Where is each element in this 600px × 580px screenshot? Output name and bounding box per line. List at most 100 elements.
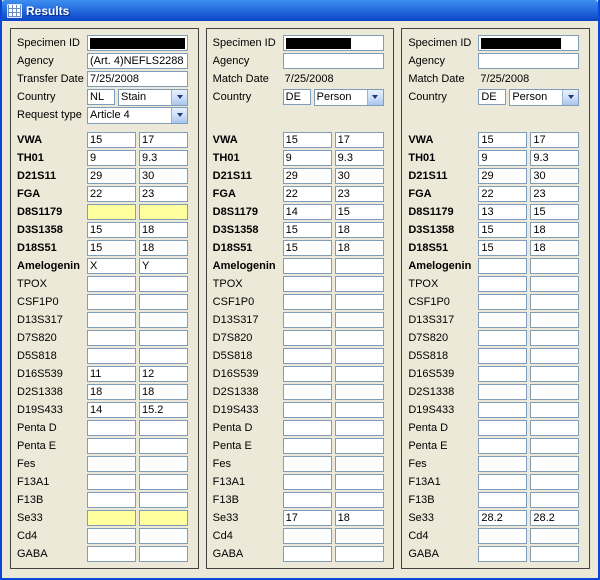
allele-2-input[interactable]: 18 bbox=[530, 222, 579, 238]
allele-2-input[interactable]: 9.3 bbox=[530, 150, 579, 166]
country-type-dropdown[interactable]: Person bbox=[314, 89, 384, 106]
allele-1-input[interactable]: 15 bbox=[478, 132, 527, 148]
allele-2-input[interactable]: 28.2 bbox=[530, 510, 579, 526]
allele-1-input[interactable]: 15 bbox=[87, 222, 136, 238]
allele-1-input[interactable]: 22 bbox=[283, 186, 332, 202]
allele-2-input[interactable] bbox=[530, 258, 579, 274]
allele-2-input[interactable] bbox=[335, 492, 384, 508]
allele-1-input[interactable] bbox=[283, 312, 332, 328]
allele-2-input[interactable] bbox=[335, 420, 384, 436]
allele-2-input[interactable] bbox=[335, 258, 384, 274]
allele-2-input[interactable]: 23 bbox=[335, 186, 384, 202]
allele-1-input[interactable] bbox=[283, 546, 332, 562]
allele-2-input[interactable] bbox=[139, 438, 188, 454]
allele-2-input[interactable] bbox=[530, 384, 579, 400]
specimen-id-input[interactable] bbox=[87, 35, 188, 51]
allele-2-input[interactable]: 12 bbox=[139, 366, 188, 382]
allele-2-input[interactable] bbox=[530, 330, 579, 346]
allele-1-input[interactable] bbox=[478, 420, 527, 436]
allele-1-input[interactable]: 15 bbox=[283, 132, 332, 148]
allele-1-input[interactable]: 11 bbox=[87, 366, 136, 382]
allele-2-input[interactable]: 17 bbox=[530, 132, 579, 148]
allele-1-input[interactable] bbox=[478, 366, 527, 382]
allele-1-input[interactable] bbox=[478, 402, 527, 418]
allele-1-input[interactable] bbox=[87, 456, 136, 472]
allele-2-input[interactable]: 18 bbox=[139, 240, 188, 256]
allele-1-input[interactable]: X bbox=[87, 258, 136, 274]
allele-2-input[interactable] bbox=[335, 402, 384, 418]
allele-1-input[interactable]: 15 bbox=[283, 222, 332, 238]
country-type-dropdown[interactable]: Person bbox=[509, 89, 579, 106]
allele-2-input[interactable] bbox=[139, 294, 188, 310]
allele-2-input[interactable] bbox=[139, 474, 188, 490]
allele-2-input[interactable]: 18 bbox=[335, 222, 384, 238]
allele-2-input[interactable] bbox=[530, 276, 579, 292]
allele-2-input[interactable]: 18 bbox=[139, 384, 188, 400]
allele-1-input[interactable] bbox=[478, 348, 527, 364]
dropdown-button[interactable] bbox=[171, 108, 187, 123]
allele-2-input[interactable] bbox=[335, 546, 384, 562]
allele-2-input[interactable]: 23 bbox=[139, 186, 188, 202]
allele-1-input[interactable] bbox=[87, 492, 136, 508]
allele-1-input[interactable] bbox=[87, 348, 136, 364]
allele-2-input[interactable]: 30 bbox=[530, 168, 579, 184]
allele-2-input[interactable] bbox=[335, 384, 384, 400]
allele-2-input[interactable]: 30 bbox=[335, 168, 384, 184]
allele-1-input[interactable]: 28.2 bbox=[478, 510, 527, 526]
allele-1-input[interactable] bbox=[87, 528, 136, 544]
titlebar[interactable]: Results bbox=[2, 0, 598, 21]
allele-2-input[interactable] bbox=[139, 510, 188, 526]
allele-1-input[interactable] bbox=[283, 384, 332, 400]
allele-1-input[interactable] bbox=[87, 420, 136, 436]
allele-1-input[interactable] bbox=[283, 366, 332, 382]
allele-1-input[interactable] bbox=[478, 438, 527, 454]
allele-1-input[interactable] bbox=[283, 330, 332, 346]
allele-2-input[interactable] bbox=[530, 474, 579, 490]
allele-1-input[interactable] bbox=[283, 420, 332, 436]
allele-2-input[interactable]: 9.3 bbox=[139, 150, 188, 166]
allele-1-input[interactable] bbox=[87, 294, 136, 310]
allele-1-input[interactable] bbox=[87, 474, 136, 490]
allele-2-input[interactable] bbox=[530, 402, 579, 418]
dropdown-button[interactable] bbox=[171, 90, 187, 105]
allele-1-input[interactable]: 15 bbox=[87, 132, 136, 148]
allele-1-input[interactable]: 22 bbox=[478, 186, 527, 202]
allele-2-input[interactable]: 9.3 bbox=[335, 150, 384, 166]
allele-1-input[interactable]: 14 bbox=[283, 204, 332, 220]
allele-1-input[interactable] bbox=[283, 456, 332, 472]
allele-1-input[interactable] bbox=[87, 438, 136, 454]
allele-2-input[interactable]: Y bbox=[139, 258, 188, 274]
transfer-date-input[interactable]: 7/25/2008 bbox=[87, 71, 188, 87]
allele-2-input[interactable] bbox=[530, 294, 579, 310]
specimen-id-input[interactable] bbox=[283, 35, 384, 51]
allele-2-input[interactable] bbox=[530, 366, 579, 382]
allele-2-input[interactable] bbox=[335, 348, 384, 364]
agency-input[interactable] bbox=[283, 53, 384, 69]
allele-1-input[interactable] bbox=[283, 258, 332, 274]
allele-2-input[interactable] bbox=[139, 456, 188, 472]
allele-1-input[interactable]: 22 bbox=[87, 186, 136, 202]
allele-1-input[interactable] bbox=[87, 204, 136, 220]
allele-2-input[interactable] bbox=[139, 420, 188, 436]
request-type-dropdown[interactable]: Article 4 bbox=[87, 107, 188, 124]
allele-1-input[interactable]: 13 bbox=[478, 204, 527, 220]
allele-1-input[interactable]: 9 bbox=[283, 150, 332, 166]
allele-2-input[interactable] bbox=[139, 528, 188, 544]
allele-1-input[interactable] bbox=[283, 438, 332, 454]
allele-1-input[interactable] bbox=[87, 510, 136, 526]
allele-1-input[interactable] bbox=[478, 294, 527, 310]
allele-2-input[interactable] bbox=[335, 330, 384, 346]
allele-2-input[interactable] bbox=[139, 204, 188, 220]
allele-2-input[interactable] bbox=[530, 456, 579, 472]
allele-1-input[interactable]: 15 bbox=[478, 222, 527, 238]
allele-2-input[interactable] bbox=[530, 312, 579, 328]
allele-1-input[interactable] bbox=[478, 384, 527, 400]
allele-2-input[interactable] bbox=[335, 528, 384, 544]
allele-1-input[interactable]: 17 bbox=[283, 510, 332, 526]
allele-2-input[interactable] bbox=[335, 438, 384, 454]
allele-2-input[interactable]: 18 bbox=[335, 240, 384, 256]
allele-1-input[interactable] bbox=[87, 330, 136, 346]
allele-1-input[interactable] bbox=[283, 294, 332, 310]
allele-1-input[interactable]: 15 bbox=[478, 240, 527, 256]
allele-1-input[interactable]: 29 bbox=[478, 168, 527, 184]
